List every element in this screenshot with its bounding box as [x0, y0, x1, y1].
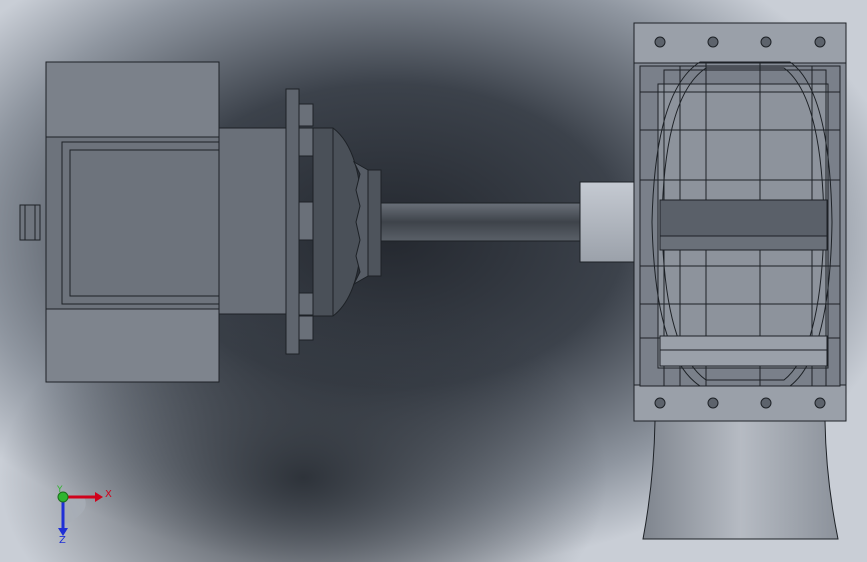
drive-shaft[interactable]: [380, 202, 583, 242]
bolt-hole: [707, 397, 719, 409]
bolt-hole: [654, 397, 666, 409]
bolt-hole: [814, 36, 826, 48]
flange-bolt-bottom: [298, 315, 314, 341]
bolt-hole: [814, 397, 826, 409]
bolt-hole: [760, 36, 772, 48]
housing-bottom-flange: [633, 384, 847, 422]
motor-bottom-block: [45, 308, 220, 383]
lower-vane: [659, 335, 828, 367]
x-axis-label: X: [105, 489, 112, 500]
z-axis-label: Z: [59, 535, 66, 546]
valve-housing[interactable]: [633, 22, 847, 422]
cad-viewport[interactable]: X Y Z: [0, 0, 867, 562]
discharge-chute[interactable]: [642, 420, 839, 540]
rotor-shaft-band: [659, 199, 828, 239]
flange-bolt-top: [298, 103, 314, 127]
housing-top-flange: [633, 22, 847, 64]
bolt-hole: [654, 36, 666, 48]
y-axis-label: Y: [56, 485, 63, 495]
motor-shaft-stub: [19, 204, 41, 241]
bearing-hub[interactable]: [579, 181, 635, 263]
bolt-hole: [707, 36, 719, 48]
motor-top-block: [45, 61, 220, 138]
coupling[interactable]: [352, 160, 382, 286]
bolt-hole: [760, 397, 772, 409]
coupling-jaw-right: [367, 169, 382, 277]
flange-bolt-middle: [298, 201, 314, 241]
